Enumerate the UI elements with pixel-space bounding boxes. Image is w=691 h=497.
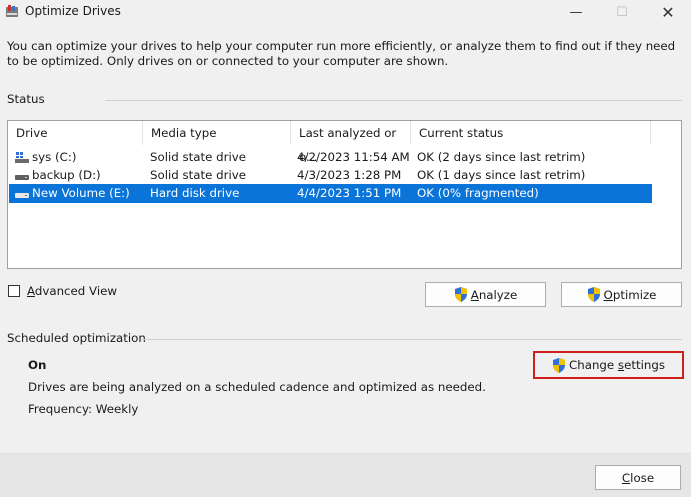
optimize-drives-app-icon <box>6 5 18 17</box>
drive-last-analyzed: 4/4/2023 1:51 PM <box>297 186 402 200</box>
schedule-frequency: Frequency: Weekly <box>28 402 139 416</box>
status-label: Status <box>7 92 45 106</box>
uac-shield-icon <box>454 287 467 302</box>
column-header-drive[interactable]: Drive <box>8 121 143 145</box>
maximize-button[interactable]: ☐ <box>599 0 645 24</box>
close-button[interactable]: Close <box>595 465 681 490</box>
column-header-media-type[interactable]: Media type <box>143 121 291 145</box>
title-bar: Optimize Drives — ☐ ✕ <box>0 0 691 24</box>
drive-icon <box>15 175 29 180</box>
drive-name: New Volume (E:) <box>32 186 130 200</box>
optimize-label: Optimize <box>603 287 657 302</box>
drive-media-type: Solid state drive <box>150 150 246 164</box>
advanced-view-checkbox[interactable] <box>8 285 20 297</box>
schedule-description: Drives are being analyzed on a scheduled… <box>28 380 486 394</box>
schedule-state: On <box>28 358 47 372</box>
highlight-box <box>533 351 684 379</box>
drive-list[interactable]: Drive Media type Last analyzed or o... C… <box>7 120 682 269</box>
drive-name: backup (D:) <box>32 168 101 182</box>
drive-list-header: Drive Media type Last analyzed or o... C… <box>8 121 681 164</box>
minimize-icon: — <box>569 4 583 20</box>
drive-media-type: Solid state drive <box>150 168 246 182</box>
column-header-current-status[interactable]: Current status <box>411 121 651 145</box>
drive-row-selected[interactable]: New Volume (E:) Hard disk drive 4/4/2023… <box>9 184 652 203</box>
drive-name: sys (C:) <box>32 150 77 164</box>
column-header-last-analyzed[interactable]: Last analyzed or o... <box>291 121 411 164</box>
maximize-icon: ☐ <box>616 4 628 20</box>
scheduled-optimization-label: Scheduled optimization <box>7 331 146 345</box>
close-icon: ✕ <box>661 2 675 22</box>
description-text: You can optimize your drives to help you… <box>7 39 676 68</box>
advanced-view-label[interactable]: Advanced View <box>27 284 117 298</box>
dialog-footer <box>0 453 691 497</box>
drive-current-status: OK (0% fragmented) <box>417 186 539 200</box>
system-drive-icon <box>15 152 29 163</box>
analyze-label: Analyze <box>470 287 518 302</box>
uac-shield-icon <box>587 287 600 302</box>
drive-last-analyzed: 4/2/2023 11:54 AM <box>297 150 410 164</box>
analyze-button[interactable]: Analyze <box>425 282 546 307</box>
drive-current-status: OK (1 days since last retrim) <box>417 168 586 182</box>
close-label: Close <box>621 470 655 485</box>
drive-row[interactable]: backup (D:) Solid state drive 4/3/2023 1… <box>9 166 652 185</box>
drive-row[interactable]: sys (C:) Solid state drive 4/2/2023 11:5… <box>9 148 652 167</box>
status-divider <box>105 100 682 101</box>
close-window-button[interactable]: ✕ <box>645 0 691 24</box>
scheduled-divider <box>142 339 682 340</box>
drive-media-type: Hard disk drive <box>150 186 240 200</box>
minimize-button[interactable]: — <box>553 0 599 24</box>
window-title: Optimize Drives <box>25 4 121 18</box>
optimize-button[interactable]: Optimize <box>561 282 682 307</box>
drive-icon <box>15 193 29 198</box>
drive-current-status: OK (2 days since last retrim) <box>417 150 586 164</box>
drive-last-analyzed: 4/3/2023 1:28 PM <box>297 168 402 182</box>
